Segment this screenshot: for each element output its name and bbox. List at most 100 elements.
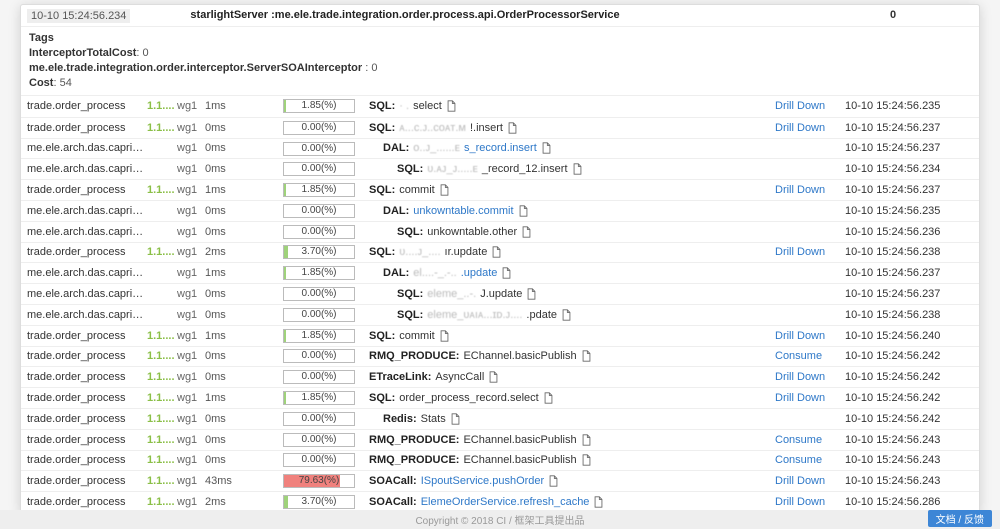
row-duration: 2ms bbox=[205, 246, 283, 258]
row-version: 1.1.... bbox=[147, 413, 177, 425]
drill-down-link[interactable]: Drill Down bbox=[775, 246, 825, 258]
document-icon[interactable] bbox=[581, 350, 592, 362]
trace-text: !.insert bbox=[470, 122, 503, 134]
trace-row: trade.order_process1.1....wg10ms0.00(%)R… bbox=[21, 450, 979, 471]
trace-row: trade.order_process1.1....wg10ms0.00(%)E… bbox=[21, 366, 979, 387]
document-icon[interactable] bbox=[548, 475, 559, 487]
document-icon[interactable] bbox=[526, 288, 537, 300]
document-icon[interactable] bbox=[491, 246, 502, 258]
row-bar: 0.00(%) bbox=[283, 142, 355, 156]
document-icon[interactable] bbox=[581, 434, 592, 446]
document-icon[interactable] bbox=[450, 413, 461, 425]
document-icon[interactable] bbox=[543, 392, 554, 404]
row-version: 1.1.... bbox=[147, 454, 177, 466]
document-icon[interactable] bbox=[521, 226, 532, 238]
row-service: me.ele.arch.das.capricorn... bbox=[27, 205, 147, 217]
trace-text: order_process_record.select bbox=[399, 392, 538, 404]
tags-label: Tags bbox=[29, 32, 54, 44]
row-kind: DAL: bbox=[383, 205, 409, 217]
drill-down-link[interactable]: Drill Down bbox=[775, 122, 825, 134]
row-duration: 0ms bbox=[205, 350, 283, 362]
row-desc: SQL: eleme_ᴜᴀıᴀ...ɪᴅ.ᴊ.....pdate bbox=[355, 309, 775, 321]
row-duration: 1ms bbox=[205, 392, 283, 404]
drill-down-link[interactable]: Drill Down bbox=[775, 330, 825, 342]
document-icon[interactable] bbox=[518, 205, 529, 217]
feedback-badge[interactable]: 文档 / 反馈 bbox=[928, 510, 992, 527]
row-duration: 1ms bbox=[205, 330, 283, 342]
document-icon[interactable] bbox=[446, 100, 457, 112]
document-icon[interactable] bbox=[581, 454, 592, 466]
consume-link[interactable]: Consume bbox=[775, 350, 822, 362]
trace-link[interactable]: unkowntable.commit bbox=[413, 205, 513, 217]
panel-header: 10-10 15:24:56.234 starlightServer :me.e… bbox=[21, 5, 979, 27]
drill-down-link[interactable]: Drill Down bbox=[775, 371, 825, 383]
document-icon[interactable] bbox=[488, 371, 499, 383]
consume-link[interactable]: Consume bbox=[775, 434, 822, 446]
row-duration: 1ms bbox=[205, 184, 283, 196]
consume-link[interactable]: Consume bbox=[775, 454, 822, 466]
row-version: 1.1.... bbox=[147, 392, 177, 404]
row-kind: SQL: bbox=[369, 392, 395, 404]
row-node: wg1 bbox=[177, 434, 205, 446]
drill-down-link[interactable]: Drill Down bbox=[775, 392, 825, 404]
row-bar: 0.00(%) bbox=[283, 225, 355, 239]
row-service: trade.order_process bbox=[27, 184, 147, 196]
row-time: 10-10 15:24:56.240 bbox=[845, 330, 973, 342]
row-action: Drill Down bbox=[775, 330, 845, 342]
row-action: Consume bbox=[775, 454, 845, 466]
document-icon[interactable] bbox=[572, 163, 583, 175]
drill-down-link[interactable]: Drill Down bbox=[775, 100, 825, 112]
trace-text: select bbox=[413, 100, 442, 112]
trace-link[interactable]: s_record.insert bbox=[464, 142, 537, 154]
trace-link[interactable]: ISpoutService.pushOrder bbox=[421, 475, 545, 487]
row-node: wg1 bbox=[177, 392, 205, 404]
document-icon[interactable] bbox=[561, 309, 572, 321]
document-icon[interactable] bbox=[439, 184, 450, 196]
row-kind: SQL: bbox=[369, 100, 395, 112]
trace-rows: trade.order_process1.1....wg11ms1.85(%)S… bbox=[21, 96, 979, 512]
row-time: 10-10 15:24:56.237 bbox=[845, 122, 973, 134]
header-timestamp: 10-10 15:24:56.234 bbox=[27, 9, 130, 23]
drill-down-link[interactable]: Drill Down bbox=[775, 184, 825, 196]
row-version: 1.1.... bbox=[147, 100, 177, 112]
row-service: trade.order_process bbox=[27, 475, 147, 487]
row-action: Drill Down bbox=[775, 496, 845, 508]
trace-row: trade.order_process1.1....wg11ms1.85(%)S… bbox=[21, 96, 979, 117]
row-desc: DAL: ᴏ..ᴊ_......ᴇs_record.insert bbox=[355, 142, 775, 154]
document-icon[interactable] bbox=[593, 496, 604, 508]
row-action: Drill Down bbox=[775, 475, 845, 487]
drill-down-link[interactable]: Drill Down bbox=[775, 496, 825, 508]
document-icon[interactable] bbox=[507, 122, 518, 134]
row-action: Drill Down bbox=[775, 100, 845, 112]
row-service: me.ele.arch.das.capricorn... bbox=[27, 163, 147, 175]
row-version: 1.1.... bbox=[147, 246, 177, 258]
document-icon[interactable] bbox=[501, 267, 512, 279]
trace-link[interactable]: .update bbox=[461, 267, 498, 279]
row-kind: RMQ_PRODUCE: bbox=[369, 350, 459, 362]
row-kind: RMQ_PRODUCE: bbox=[369, 454, 459, 466]
row-kind: SQL: bbox=[369, 184, 395, 196]
row-time: 10-10 15:24:56.237 bbox=[845, 288, 973, 300]
row-desc: DAL: unkowntable.commit bbox=[355, 205, 775, 217]
drill-down-link[interactable]: Drill Down bbox=[775, 475, 825, 487]
trace-link[interactable]: ElemeOrderService.refresh_cache bbox=[421, 496, 590, 508]
copyright: Copyright © 2018 CI / 框架工具提出品 bbox=[415, 516, 584, 527]
document-icon[interactable] bbox=[541, 142, 552, 154]
row-time: 10-10 15:24:56.242 bbox=[845, 413, 973, 425]
document-icon[interactable] bbox=[439, 330, 450, 342]
trace-row: me.ele.arch.das.capricorn...wg11ms1.85(%… bbox=[21, 262, 979, 283]
row-bar: 1.85(%) bbox=[283, 391, 355, 405]
row-time: 10-10 15:24:56.242 bbox=[845, 350, 973, 362]
row-action: Consume bbox=[775, 434, 845, 446]
trace-row: trade.order_process1.1....wg10ms0.00(%)R… bbox=[21, 429, 979, 450]
row-time: 10-10 15:24:56.237 bbox=[845, 267, 973, 279]
row-kind: DAL: bbox=[383, 142, 409, 154]
trace-text: EChannel.basicPublish bbox=[463, 350, 576, 362]
row-node: wg1 bbox=[177, 496, 205, 508]
row-kind: RMQ_PRODUCE: bbox=[369, 434, 459, 446]
header-count: 0 bbox=[813, 9, 973, 23]
row-duration: 1ms bbox=[205, 267, 283, 279]
row-node: wg1 bbox=[177, 475, 205, 487]
row-desc: SQL: commit bbox=[355, 184, 775, 196]
trace-text: EChannel.basicPublish bbox=[463, 454, 576, 466]
